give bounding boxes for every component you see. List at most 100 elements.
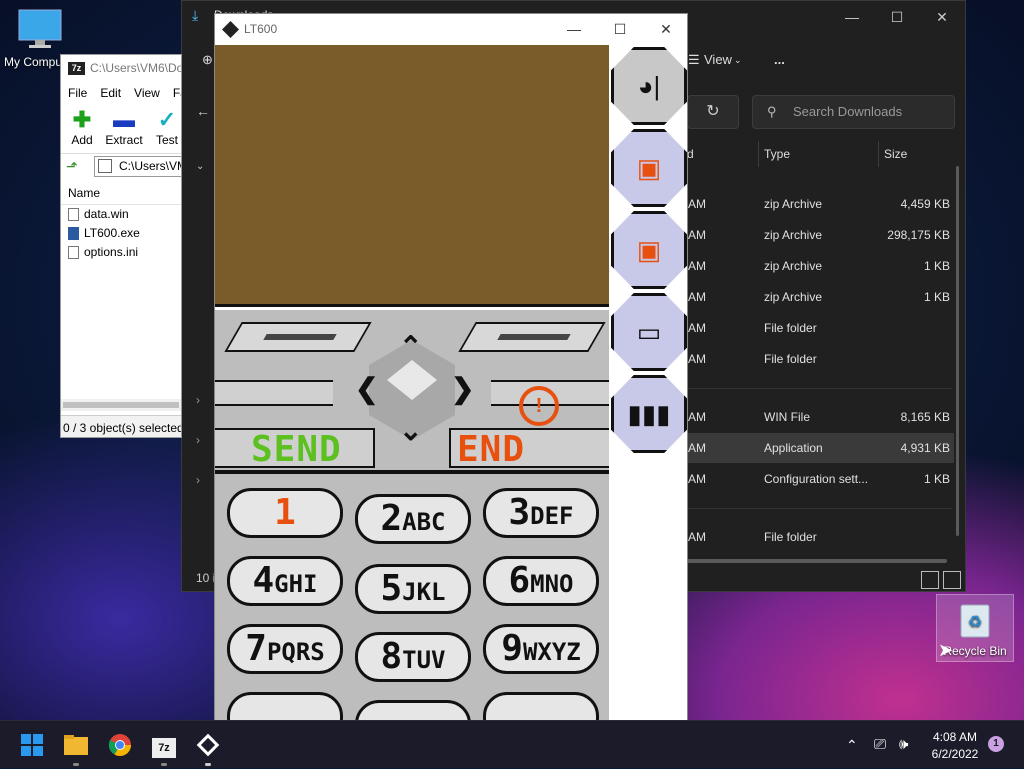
load-state-button[interactable]: ▣ bbox=[611, 129, 687, 207]
key-8[interactable]: 8TUV bbox=[355, 632, 471, 682]
taskbar-7zip[interactable]: 7z bbox=[148, 729, 180, 761]
details-view-icon[interactable] bbox=[921, 571, 939, 589]
back-icon[interactable]: ← bbox=[196, 103, 210, 119]
horizontal-scrollbar[interactable] bbox=[61, 399, 181, 411]
power-button[interactable]: ! bbox=[519, 386, 559, 426]
7zip-window[interactable]: 7z C:\Users\VM6\Do File Edit View Fa ✚ Add … bbox=[60, 54, 182, 438]
menu-file[interactable]: File bbox=[68, 81, 87, 105]
list-item[interactable]: data.win bbox=[61, 205, 181, 224]
list-item[interactable]: LT600.exe bbox=[61, 224, 181, 243]
scrollbar-thumb[interactable] bbox=[63, 402, 179, 408]
table-row[interactable]: AM WIN File 8,165 KB bbox=[682, 402, 954, 432]
dpad-right-button[interactable]: ❯ bbox=[451, 372, 474, 405]
table-row[interactable]: AM Application 4,931 KB bbox=[682, 433, 954, 463]
new-icon[interactable]: ⊕ bbox=[202, 41, 213, 79]
running-indicator bbox=[73, 763, 79, 766]
clock[interactable]: 4:08 AM 6/2/2022 bbox=[928, 721, 982, 769]
vertical-scrollbar[interactable] bbox=[956, 166, 959, 536]
network-icon[interactable]: ⎚ bbox=[874, 721, 886, 769]
key-hash[interactable] bbox=[483, 692, 599, 720]
search-input[interactable]: ⚲ Search Downloads bbox=[752, 95, 955, 129]
dpad-left-button[interactable]: ❮ bbox=[355, 372, 378, 405]
minimize-button[interactable]: — bbox=[830, 6, 874, 28]
view-menu-icon[interactable]: ☰ bbox=[688, 41, 700, 79]
close-button[interactable]: ✕ bbox=[920, 6, 964, 28]
start-button[interactable] bbox=[16, 729, 48, 761]
column-header-name[interactable]: Name bbox=[61, 181, 181, 205]
table-row[interactable]: AM File folder bbox=[682, 522, 954, 552]
row-date: AM bbox=[688, 228, 706, 242]
volume-icon[interactable]: 🕪 bbox=[899, 721, 908, 769]
more-options-button[interactable]: ... bbox=[774, 41, 785, 79]
table-row[interactable]: AM zip Archive 298,175 KB bbox=[682, 220, 954, 250]
key-4[interactable]: 4GHI bbox=[227, 556, 343, 606]
end-button[interactable]: END bbox=[449, 428, 609, 470]
menu-edit[interactable]: Edit bbox=[100, 81, 121, 105]
row-date: AM bbox=[688, 530, 706, 544]
exe-icon bbox=[68, 227, 79, 240]
column-header-type[interactable]: Type bbox=[764, 141, 790, 167]
minimize-button[interactable]: — bbox=[551, 14, 597, 45]
nav-chevron-icon[interactable]: › bbox=[196, 433, 200, 447]
add-button[interactable]: ✚ Add bbox=[62, 107, 102, 147]
notification-badge[interactable]: 1 bbox=[988, 736, 1004, 752]
7zip-titlebar[interactable]: 7z C:\Users\VM6\Do bbox=[61, 55, 181, 81]
close-button[interactable]: ✕ bbox=[643, 14, 687, 45]
plus-icon: ✚ bbox=[72, 107, 92, 132]
table-row[interactable]: AM File folder bbox=[682, 344, 954, 374]
key-letters: WXYZ bbox=[522, 638, 581, 666]
battery-full-button[interactable]: ▮▮▮ bbox=[611, 375, 687, 453]
taskbar: 7z ⌃ ⎚ 🕪 4:08 AM 6/2/2022 bbox=[0, 720, 1024, 768]
extract-button[interactable]: ▬ Extract bbox=[104, 107, 144, 147]
running-indicator bbox=[205, 763, 211, 766]
maximize-button[interactable]: ☐ bbox=[875, 6, 919, 28]
signal-icon: ◕| bbox=[637, 71, 661, 101]
nav-chevron-icon[interactable]: › bbox=[196, 473, 200, 487]
table-row[interactable]: AM Configuration sett... 1 KB bbox=[682, 464, 954, 494]
column-header-date[interactable]: d bbox=[687, 141, 694, 167]
column-header-size[interactable]: Size bbox=[884, 141, 907, 167]
dpad-up-button[interactable]: ⌃ bbox=[399, 330, 422, 363]
view-menu-button[interactable]: View bbox=[704, 41, 732, 79]
lt600-titlebar[interactable]: LT600 — ☐ ✕ bbox=[215, 14, 687, 45]
right-softkey[interactable] bbox=[458, 322, 606, 352]
table-row[interactable]: AM zip Archive 1 KB bbox=[682, 251, 954, 281]
taskbar-chrome[interactable] bbox=[104, 729, 136, 761]
lt600-window[interactable]: LT600 — ☐ ✕ ⌃ ⌄ ❮ ❯ ! SEND END 1 2ABC 3D… bbox=[214, 13, 688, 721]
key-1[interactable]: 1 bbox=[227, 488, 343, 538]
taskbar-lt600[interactable] bbox=[192, 729, 224, 761]
send-button[interactable]: SEND bbox=[215, 428, 375, 470]
signal-button[interactable]: ◕| bbox=[611, 47, 687, 125]
list-item[interactable]: options.ini bbox=[61, 243, 181, 262]
folder-up-icon[interactable]: ⬏ bbox=[66, 158, 78, 175]
table-row[interactable]: AM File folder bbox=[682, 313, 954, 343]
maximize-button[interactable]: ☐ bbox=[597, 14, 643, 45]
key-0[interactable] bbox=[355, 700, 471, 720]
nav-expand-icon[interactable]: ⌄ bbox=[196, 161, 204, 172]
test-button[interactable]: ✓ Test bbox=[147, 107, 181, 147]
table-row[interactable]: AM zip Archive 4,459 KB bbox=[682, 189, 954, 219]
key-2[interactable]: 2ABC bbox=[355, 494, 471, 544]
key-3[interactable]: 3DEF bbox=[483, 488, 599, 538]
table-row[interactable]: AM zip Archive 1 KB bbox=[682, 282, 954, 312]
menu-favorites[interactable]: Fa bbox=[173, 81, 181, 105]
save-state-button[interactable]: ▣ bbox=[611, 211, 687, 289]
nav-chevron-icon[interactable]: › bbox=[196, 393, 200, 407]
key-7[interactable]: 7PQRS bbox=[227, 624, 343, 674]
phone-screen bbox=[215, 45, 609, 307]
dpad-down-button[interactable]: ⌄ bbox=[399, 414, 422, 447]
key-digit: 3 bbox=[508, 492, 531, 533]
key-5[interactable]: 5JKL bbox=[355, 564, 471, 614]
tiles-view-icon[interactable] bbox=[943, 571, 961, 589]
key-star[interactable] bbox=[227, 692, 343, 720]
chevron-up-icon[interactable]: ⌃ bbox=[846, 721, 858, 769]
menu-view[interactable]: View bbox=[134, 81, 160, 105]
horizontal-scrollbar[interactable] bbox=[687, 559, 947, 563]
key-9[interactable]: 9WXYZ bbox=[483, 624, 599, 674]
row-type: zip Archive bbox=[764, 197, 823, 211]
refresh-button[interactable]: ↻ bbox=[687, 95, 739, 129]
7zip-path-field[interactable]: C:\Users\VM bbox=[94, 156, 181, 177]
battery-low-button[interactable]: ▭ bbox=[611, 293, 687, 371]
taskbar-file-explorer[interactable] bbox=[60, 729, 92, 761]
key-6[interactable]: 6MNO bbox=[483, 556, 599, 606]
